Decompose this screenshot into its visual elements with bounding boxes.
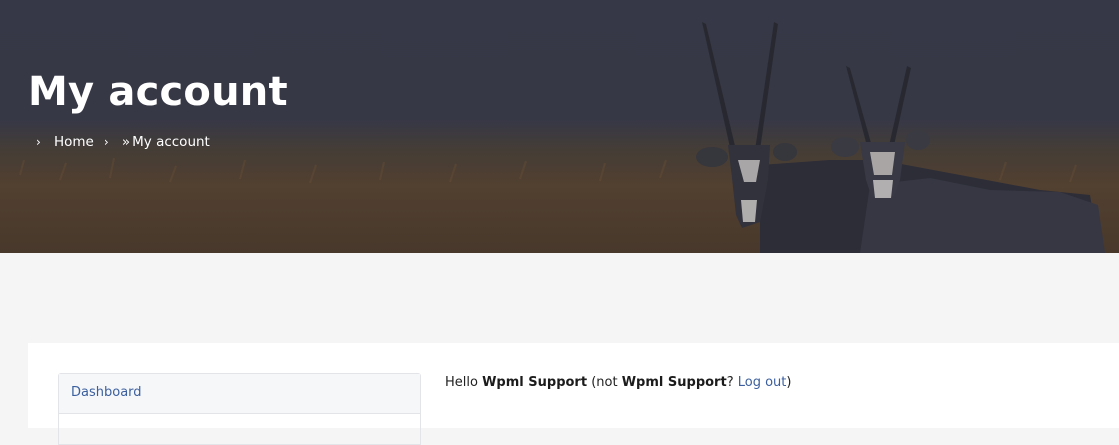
greeting-not-text: (not	[591, 375, 618, 390]
account-content-card: Dashboard Hello Wpml Support (not Wpml S…	[28, 343, 1119, 445]
greeting-user-name: Wpml Support	[482, 375, 588, 390]
page-hero: My account › Home › » My account	[0, 0, 1119, 253]
greeting-not-user-name: Wpml Support	[621, 375, 727, 390]
breadcrumb-divider: »	[121, 134, 131, 150]
page-title: My account	[28, 69, 288, 115]
breadcrumb-home-link[interactable]: Home	[54, 134, 94, 150]
greeting-question: ?	[726, 375, 734, 390]
account-greeting: Hello Wpml Support (not Wpml Support? Lo…	[445, 373, 791, 393]
breadcrumb: › Home › » My account	[36, 132, 210, 152]
oryx-landscape-image	[0, 0, 1119, 253]
logout-link[interactable]: Log out	[738, 375, 787, 390]
account-nav-item[interactable]	[59, 414, 420, 444]
account-navigation: Dashboard	[58, 373, 421, 445]
breadcrumb-current: My account	[132, 134, 210, 150]
account-nav-dashboard[interactable]: Dashboard	[59, 374, 420, 414]
greeting-close: )	[786, 375, 792, 390]
chevron-right-icon: ›	[103, 135, 109, 149]
chevron-right-icon: ›	[36, 135, 41, 149]
greeting-hello: Hello	[445, 375, 478, 390]
